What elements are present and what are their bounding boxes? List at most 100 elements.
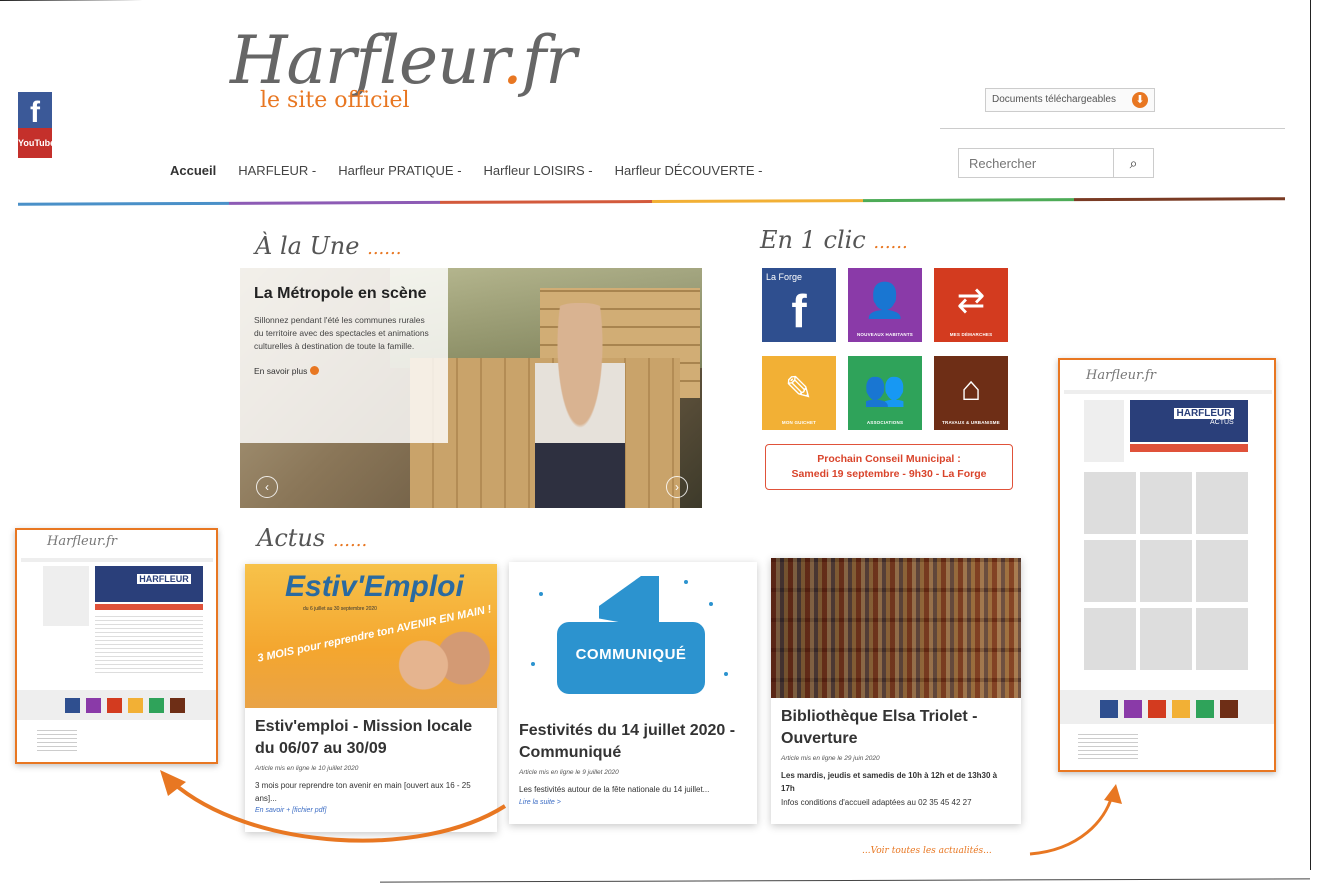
- thumb-card: [1084, 540, 1136, 602]
- news-card-14-juillet[interactable]: COMMUNIQUÉ Festivités du 14 juillet 2020…: [509, 562, 757, 824]
- confetti: [531, 662, 535, 666]
- tile-nouveaux-habitants[interactable]: 👤 NOUVEAUX HABITANTS: [848, 268, 922, 342]
- search-box: ⌕: [958, 148, 1154, 178]
- thumb-logo: Harfleur.fr: [47, 534, 117, 549]
- hero-more-link[interactable]: En savoir plus: [254, 365, 434, 376]
- thumb-icon: [86, 698, 101, 713]
- tile-caption: NOUVEAUX HABITANTS: [856, 332, 914, 337]
- news-link[interactable]: En savoir + [fichier pdf]: [255, 807, 487, 814]
- une-title: À la Une: [255, 232, 360, 260]
- tile-mes-demarches[interactable]: ⇄ MES DÉMARCHES: [934, 268, 1008, 342]
- documents-button[interactable]: Documents téléchargeables ⬇: [985, 88, 1155, 112]
- logo-title: Harfleur.fr: [230, 22, 577, 99]
- thumb-card: [1196, 608, 1248, 670]
- thumb-icon: [128, 698, 143, 713]
- tile-travaux-urbanisme[interactable]: ⌂ TRAVAUX & URBANISME: [934, 356, 1008, 430]
- search-input[interactable]: [959, 149, 1119, 177]
- download-icon: ⬇: [1132, 92, 1148, 108]
- une-dots: ......: [367, 238, 402, 259]
- actus-dots: ......: [332, 530, 368, 551]
- thumb-icon: [1220, 700, 1238, 718]
- youtube-icon[interactable]: YouTube: [18, 128, 55, 158]
- signpost-icon: ⇄: [956, 282, 986, 320]
- news-title: Bibliothèque Elsa Triolet - Ouverture: [781, 708, 978, 747]
- hero-slider[interactable]: La Métropole en scène Sillonnez pendant …: [240, 268, 702, 508]
- nav-item-decouverte[interactable]: Harfleur DÉCOUVERTE -: [615, 163, 763, 178]
- news-hours: Les mardis, jeudis et samedis de 10h à 1…: [781, 771, 998, 793]
- image-title: COMMUNIQUÉ: [575, 646, 687, 663]
- news-link[interactable]: Lire la suite >: [519, 799, 747, 806]
- tile-la-forge[interactable]: La Forge f: [762, 268, 836, 342]
- hero-caption: La Métropole en scène Sillonnez pendant …: [240, 268, 448, 443]
- news-date: Article mis en ligne le 10 juillet 2020: [255, 765, 359, 773]
- tile-caption: TRAVAUX & URBANISME: [942, 420, 1000, 425]
- search-icon[interactable]: ⌕: [1113, 149, 1153, 177]
- thumb-icon: [65, 698, 80, 713]
- image-bubble: COMMUNIQUÉ: [557, 622, 705, 694]
- image-title: Estiv'Emploi: [285, 570, 464, 603]
- thumb-strip: [95, 604, 203, 610]
- conseil-line1: Prochain Conseil Municipal :: [817, 453, 961, 465]
- news-title: Estiv'emploi - Mission locale du 06/07 a…: [255, 718, 473, 757]
- thumb-banner-title: HARFLEUR: [137, 574, 191, 584]
- news-title: Festivités du 14 juillet 2020 - Communiq…: [519, 722, 736, 761]
- thumb-banner-title: HARFLEUR: [1174, 408, 1234, 419]
- thumb-card: [1084, 608, 1136, 670]
- thumb-strip: [1130, 444, 1248, 452]
- hero-person: [535, 303, 625, 508]
- thumb-footer-text: [37, 730, 77, 752]
- thumb-card: [1140, 540, 1192, 602]
- main-nav: Accueil HARFLEUR - Harfleur PRATIQUE - H…: [170, 163, 784, 178]
- thumb-nav: [1064, 390, 1272, 394]
- chevron-left-icon[interactable]: ‹: [256, 476, 278, 498]
- thumb-nav: [21, 558, 213, 562]
- color-bar-segment: [1073, 197, 1286, 202]
- nav-item-accueil[interactable]: Accueil: [170, 163, 216, 178]
- thumb-logo: Harfleur.fr: [1086, 368, 1156, 383]
- quick-links: La Forge f 👤 NOUVEAUX HABITANTS ⇄ MES DÉ…: [762, 268, 1016, 430]
- color-bar-segment: [862, 198, 1074, 203]
- documents-label: Documents téléchargeables: [992, 94, 1116, 105]
- tile-caption: MON GUICHET: [781, 420, 817, 425]
- news-card-estiv[interactable]: Estiv'Emploi du 6 juillet au 30 septembr…: [245, 564, 497, 832]
- facebook-icon[interactable]: f: [18, 92, 52, 129]
- thumb-card: [1140, 472, 1192, 534]
- curved-arrow-right: [1029, 795, 1114, 856]
- news-image: Estiv'Emploi du 6 juillet au 30 septembr…: [245, 564, 497, 708]
- megaphone-icon: [599, 576, 659, 626]
- hero-more-label: En savoir plus: [254, 365, 308, 376]
- thumb-text: [95, 616, 203, 676]
- une-heading: À la Une ......: [255, 232, 401, 260]
- image-people: [395, 622, 490, 708]
- news-date: Article mis en ligne le 29 juin 2020: [781, 755, 880, 763]
- thumb-banner-sub: ACTUS: [1210, 419, 1234, 426]
- news-excerpt: 3 mois pour reprendre ton avenir en main…: [255, 781, 471, 803]
- thumb-banner: HARFLEUR: [95, 566, 203, 602]
- arrow-head-left-icon: [160, 770, 186, 796]
- thumb-footer-text: [1078, 734, 1138, 760]
- thumb-icons: [65, 698, 185, 713]
- thumb-icons: [1100, 700, 1238, 718]
- color-bar-segment: [440, 199, 652, 204]
- news-excerpt: Les festivités autour de la fête nationa…: [519, 785, 710, 795]
- chevron-right-icon[interactable]: ›: [666, 476, 688, 498]
- tile-associations[interactable]: 👥 ASSOCIATIONS: [848, 356, 922, 430]
- nav-item-harfleur[interactable]: HARFLEUR -: [238, 163, 316, 178]
- tile-mon-guichet[interactable]: ✎ MON GUICHET: [762, 356, 836, 430]
- nav-item-loisirs[interactable]: Harfleur LOISIRS -: [484, 163, 593, 178]
- conseil-line2: Samedi 19 septembre - 9h30 - La Forge: [791, 468, 987, 480]
- color-bar: [17, 197, 1286, 206]
- hero-text: Sillonnez pendant l'été les communes rur…: [254, 315, 429, 352]
- see-all-news-link[interactable]: ...Voir toutes les actualités...: [862, 846, 992, 856]
- conseil-announcement[interactable]: Prochain Conseil Municipal : Samedi 19 s…: [765, 444, 1013, 490]
- arrow-head-right-icon: [1104, 784, 1122, 804]
- site-logo[interactable]: Harfleur.fr le site officiel: [230, 22, 577, 114]
- frame-line: [1310, 0, 1311, 870]
- news-date: Article mis en ligne le 9 juillet 2020: [519, 769, 619, 777]
- thumb-icon: [1148, 700, 1166, 718]
- nav-item-pratique[interactable]: Harfleur PRATIQUE -: [338, 163, 461, 178]
- news-card-bibliotheque[interactable]: Bibliothèque Elsa Triolet - Ouverture Ar…: [771, 558, 1021, 824]
- color-bar-segment: [229, 200, 441, 205]
- page: f YouTube Harfleur.fr le site officiel D…: [0, 0, 1317, 885]
- add-user-icon: 👤: [863, 282, 907, 320]
